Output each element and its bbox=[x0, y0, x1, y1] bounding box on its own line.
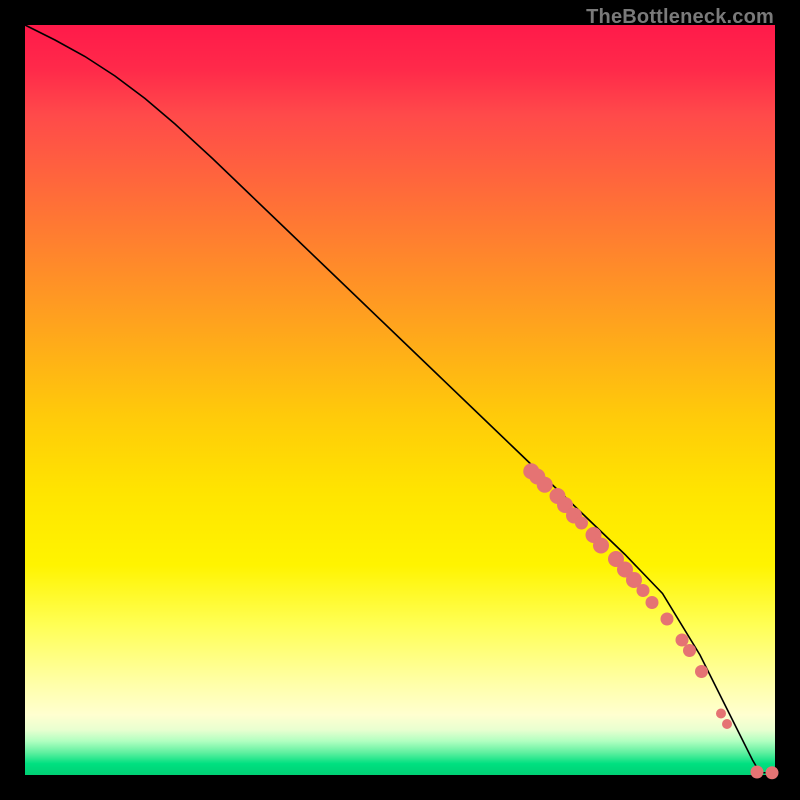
data-points bbox=[523, 463, 778, 779]
data-point bbox=[637, 584, 650, 597]
data-point bbox=[661, 613, 674, 626]
data-point bbox=[646, 596, 659, 609]
chart-plot-area bbox=[25, 25, 775, 775]
bottleneck-curve bbox=[25, 25, 775, 773]
data-point bbox=[593, 538, 609, 554]
chart-svg bbox=[25, 25, 775, 775]
data-point bbox=[683, 644, 696, 657]
data-point bbox=[575, 517, 588, 530]
data-point bbox=[537, 477, 553, 493]
data-point bbox=[695, 665, 708, 678]
data-point bbox=[766, 766, 779, 779]
data-point bbox=[722, 719, 732, 729]
data-point bbox=[676, 634, 689, 647]
data-point bbox=[751, 766, 764, 779]
data-point bbox=[716, 709, 726, 719]
chart-stage: TheBottleneck.com bbox=[0, 0, 800, 800]
